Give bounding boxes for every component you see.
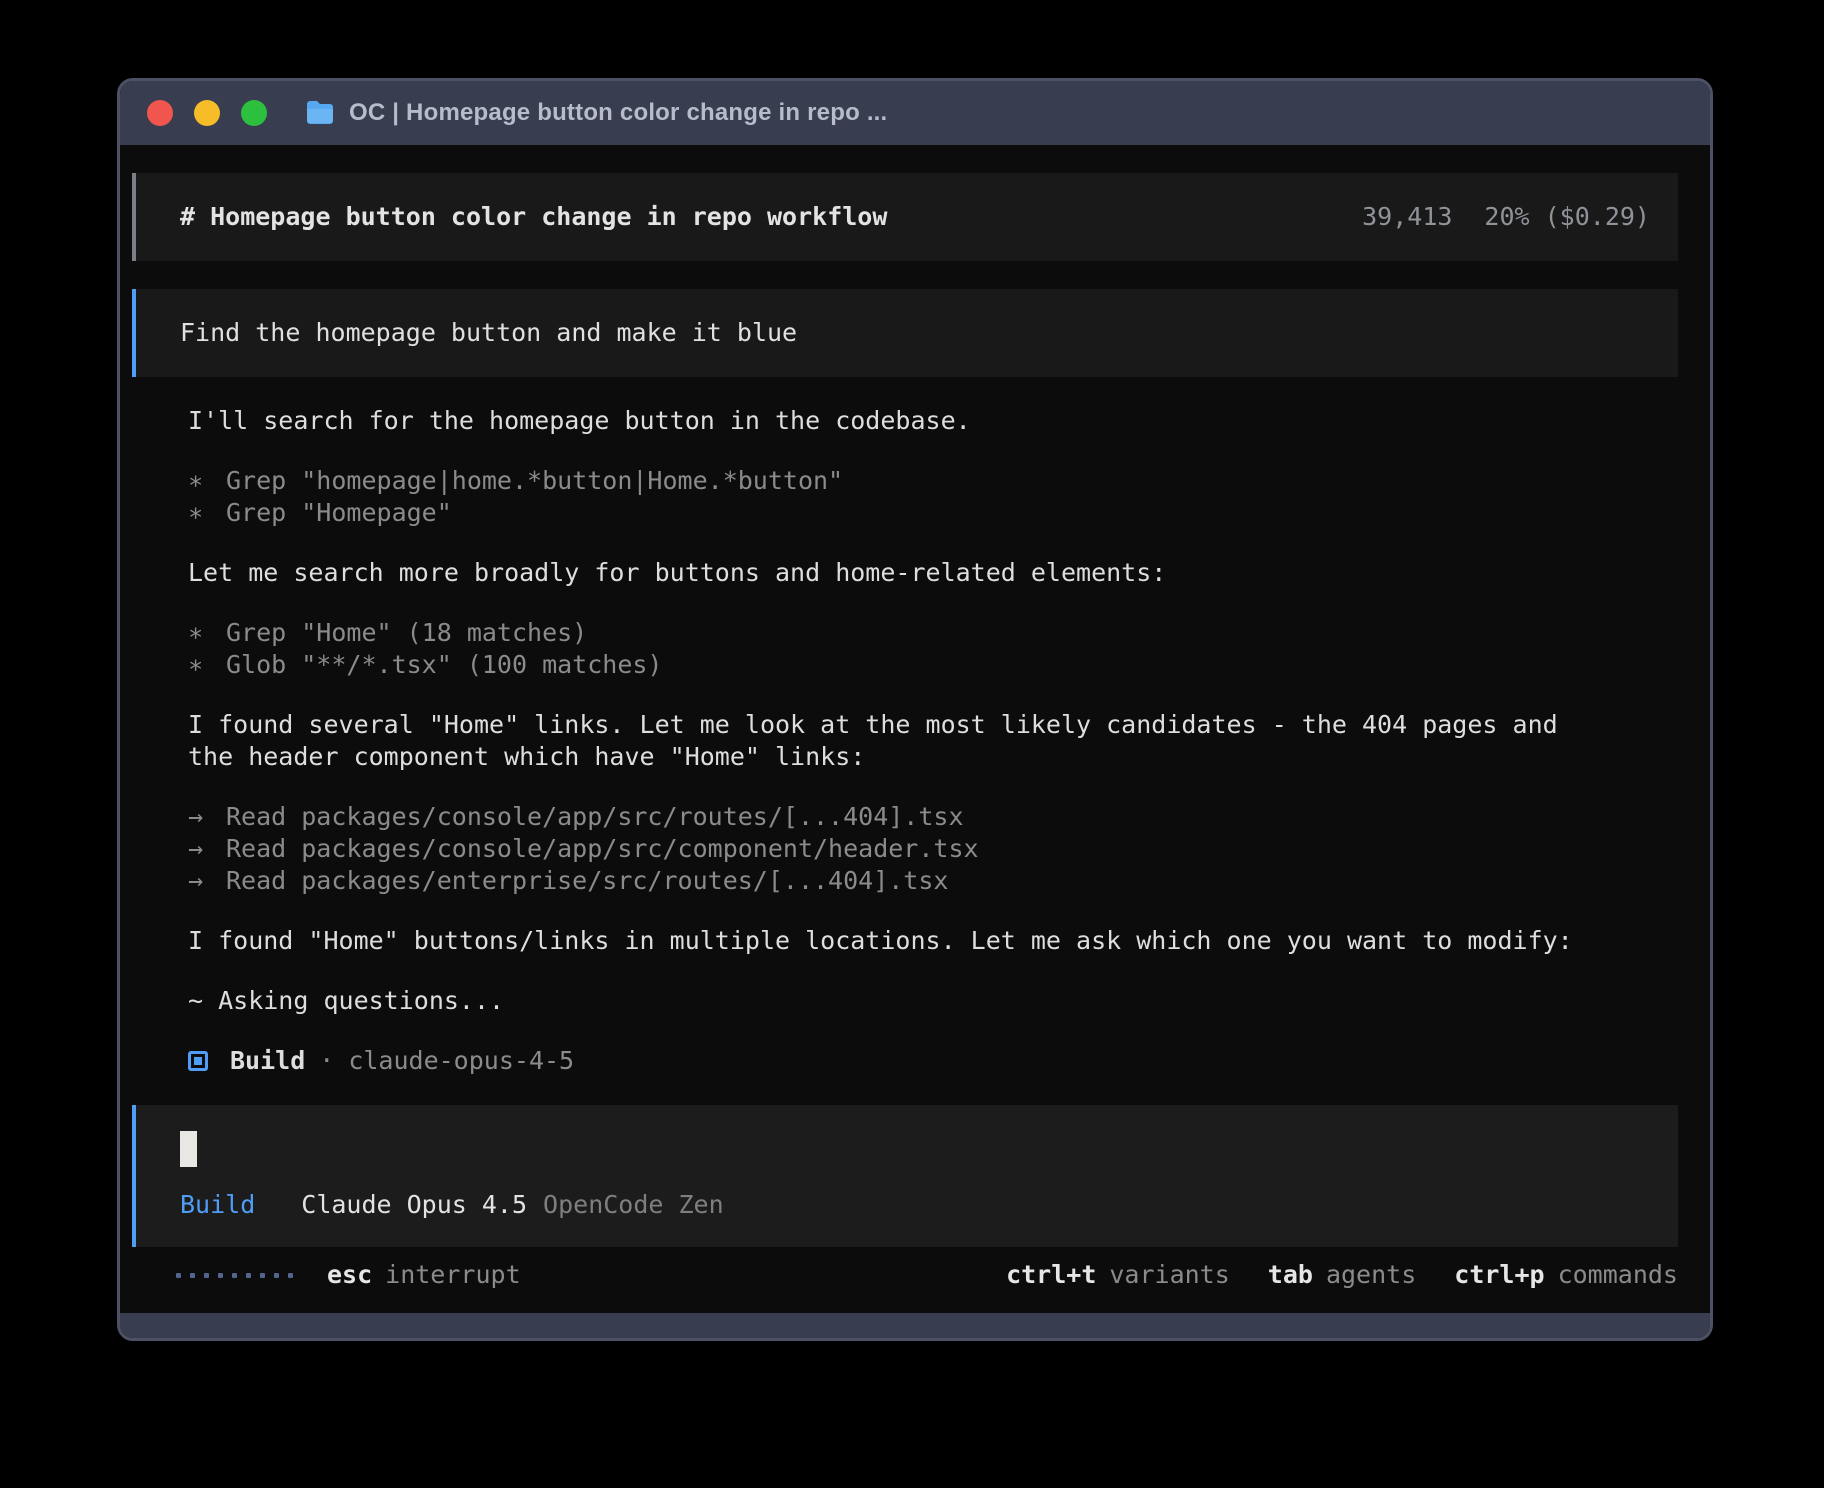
tool-call-text: Grep "Homepage" [226,497,452,529]
read-arrow-icon: → [188,801,226,833]
commands-label: commands [1558,1259,1678,1291]
input-model-label: Claude Opus 4.5 [301,1189,527,1221]
progress-dot [260,1273,265,1278]
tool-call-group: ∗ Grep "Home" (18 matches) ∗ Glob "**/*.… [188,617,1678,681]
tool-call-text: Read packages/console/app/src/routes/[..… [226,801,964,833]
tool-call-group: ∗ Grep "homepage|home.*button|Home.*butt… [188,465,1678,529]
input-provider-label: OpenCode Zen [543,1189,724,1221]
tool-marker-icon: ∗ [188,465,226,497]
assistant-paragraph: I'll search for the homepage button in t… [188,405,1612,437]
model-status-line: Build Claude Opus 4.5 OpenCode Zen [180,1189,1650,1221]
progress-dot [204,1273,209,1278]
hint-commands: ctrl+p commands [1454,1259,1678,1291]
tab-key: tab [1268,1259,1313,1291]
tool-call-text: Glob "**/*.tsx" (100 matches) [226,649,663,681]
tool-call: ∗ Glob "**/*.tsx" (100 matches) [188,649,1678,681]
agent-build-icon [188,1051,208,1071]
assistant-paragraph: I found "Home" buttons/links in multiple… [188,925,1612,957]
read-arrow-icon: → [188,865,226,897]
terminal-content: # Homepage button color change in repo w… [120,145,1710,1313]
hint-interrupt: esc interrupt [327,1259,521,1291]
variants-label: variants [1109,1259,1229,1291]
prompt-input[interactable]: Build Claude Opus 4.5 OpenCode Zen [132,1105,1678,1247]
close-button[interactable] [147,100,173,126]
session-header: # Homepage button color change in repo w… [132,173,1678,261]
folder-icon [305,100,335,126]
ctrl-t-key: ctrl+t [1006,1259,1096,1291]
window-title: OC | Homepage button color change in rep… [349,99,887,127]
token-count: 39,413 [1362,201,1452,233]
esc-label: interrupt [385,1259,520,1291]
progress-dot [218,1273,223,1278]
tool-call: → Read packages/enterprise/src/routes/[.… [188,865,1678,897]
read-arrow-icon: → [188,833,226,865]
agent-row: Build · claude-opus-4-5 [188,1045,1678,1077]
progress-dot [176,1273,181,1278]
working-status: ~ Asking questions... [188,985,1612,1017]
progress-dot [246,1273,251,1278]
agent-name: Build [230,1045,305,1077]
tool-call: ∗ Grep "Home" (18 matches) [188,617,1678,649]
progress-dots [176,1273,293,1278]
agent-model: claude-opus-4-5 [348,1045,574,1077]
agent-separator: · [319,1045,334,1077]
tool-call-text: Grep "homepage|home.*button|Home.*button… [226,465,843,497]
tool-marker-icon: ∗ [188,617,226,649]
terminal-window: OC | Homepage button color change in rep… [117,78,1713,1341]
window-bottom-chrome [120,1313,1710,1338]
tool-call-text: Read packages/console/app/src/component/… [226,833,979,865]
traffic-lights [147,100,267,126]
footer-hints-right: ctrl+t variants tab agents ctrl+p comman… [1006,1259,1678,1291]
input-agent-label: Build [180,1189,255,1221]
esc-key: esc [327,1259,372,1291]
titlebar[interactable]: OC | Homepage button color change in rep… [120,81,1710,145]
progress-dot [288,1273,293,1278]
ctrl-p-key: ctrl+p [1454,1259,1544,1291]
hint-variants: ctrl+t variants [1006,1259,1230,1291]
tool-call: → Read packages/console/app/src/componen… [188,833,1678,865]
minimize-button[interactable] [194,100,220,126]
user-message: Find the homepage button and make it blu… [132,289,1678,377]
tool-call-text: Read packages/enterprise/src/routes/[...… [226,865,948,897]
hint-agents: tab agents [1268,1259,1416,1291]
input-line[interactable] [180,1131,1650,1167]
context-usage: 20% ($0.29) [1484,201,1650,233]
tool-call-text: Grep "Home" (18 matches) [226,617,587,649]
progress-dot [190,1273,195,1278]
tool-call: ∗ Grep "Homepage" [188,497,1678,529]
tool-call-group: → Read packages/console/app/src/routes/[… [188,801,1678,897]
progress-dot [274,1273,279,1278]
progress-dot [232,1273,237,1278]
zoom-button[interactable] [241,100,267,126]
tool-marker-icon: ∗ [188,497,226,529]
agents-label: agents [1326,1259,1416,1291]
session-title: # Homepage button color change in repo w… [180,201,887,233]
footer-hints: esc interrupt ctrl+t variants tab agents… [132,1249,1678,1301]
tool-marker-icon: ∗ [188,649,226,681]
tool-call: → Read packages/console/app/src/routes/[… [188,801,1678,833]
assistant-paragraph: Let me search more broadly for buttons a… [188,557,1612,589]
user-message-text: Find the homepage button and make it blu… [180,318,797,347]
text-cursor [180,1131,197,1167]
session-stats: 39,413 20% ($0.29) [1362,201,1650,233]
tool-call: ∗ Grep "homepage|home.*button|Home.*butt… [188,465,1678,497]
assistant-paragraph: I found several "Home" links. Let me loo… [188,709,1612,773]
